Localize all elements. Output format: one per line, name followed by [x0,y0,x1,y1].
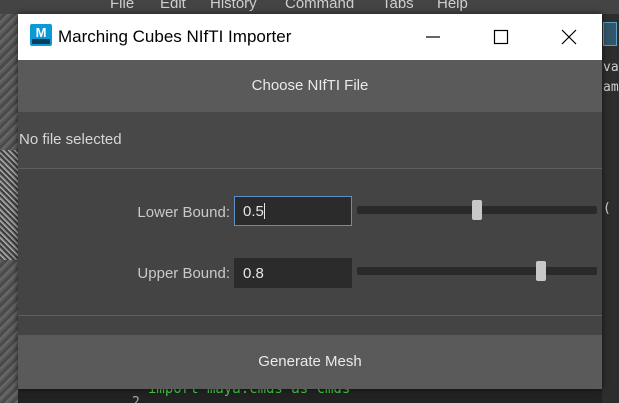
close-button[interactable] [534,14,602,60]
host-code-line: import maya.cmds as cmds [148,389,351,397]
host-menubar: File Edit History Command Tabs Help [0,0,619,14]
host-menu-command[interactable]: Command [285,0,354,12]
dialog-titlebar[interactable]: M Marching Cubes NIfTI Importer [18,14,602,60]
status-panel: No file selected [18,112,602,168]
host-menu-tabs[interactable]: Tabs [382,0,414,12]
host-editor-text: va [603,60,619,75]
dialog-title: Marching Cubes NIfTI Importer [58,27,292,46]
upper-bound-slider[interactable] [357,267,597,275]
choose-file-label: Choose NIfTI File [251,77,369,94]
choose-file-button[interactable]: Choose NIfTI File [18,60,602,112]
lower-bound-slider-handle[interactable] [472,200,482,220]
lower-bound-input[interactable]: 0.5 [234,196,352,226]
importer-dialog: M Marching Cubes NIfTI Importer Choose N… [18,14,602,389]
host-editor-text: ( [603,201,611,216]
host-editor-text: am [603,80,619,95]
upper-bound-input[interactable]: 0.8 [234,258,352,288]
lower-bound-label: Lower Bound: [137,204,230,221]
text-caret [263,203,265,219]
host-menu-help[interactable]: Help [437,0,468,12]
generate-mesh-label: Generate Mesh [258,353,362,370]
upper-bound-slider-handle[interactable] [536,261,547,281]
host-menu-edit[interactable]: Edit [160,0,186,12]
file-status-text: No file selected [19,131,122,148]
maximize-button[interactable] [466,14,534,60]
host-code-panel: import maya.cmds as cmds [18,389,602,403]
maximize-icon [493,29,509,45]
generate-mesh-button[interactable]: Generate Mesh [18,335,602,389]
minimize-button[interactable] [398,14,466,60]
host-line-number: 2 [132,395,140,403]
host-menu-file[interactable]: File [110,0,134,12]
host-viewport-mesh [0,150,18,260]
close-icon [561,29,577,45]
divider [18,168,602,169]
divider [18,315,602,316]
minimize-icon [426,36,440,38]
maya-app-icon: M [30,24,52,46]
host-editor-icon[interactable] [603,22,617,46]
upper-bound-label: Upper Bound: [137,265,230,282]
host-menu-history[interactable]: History [210,0,257,12]
